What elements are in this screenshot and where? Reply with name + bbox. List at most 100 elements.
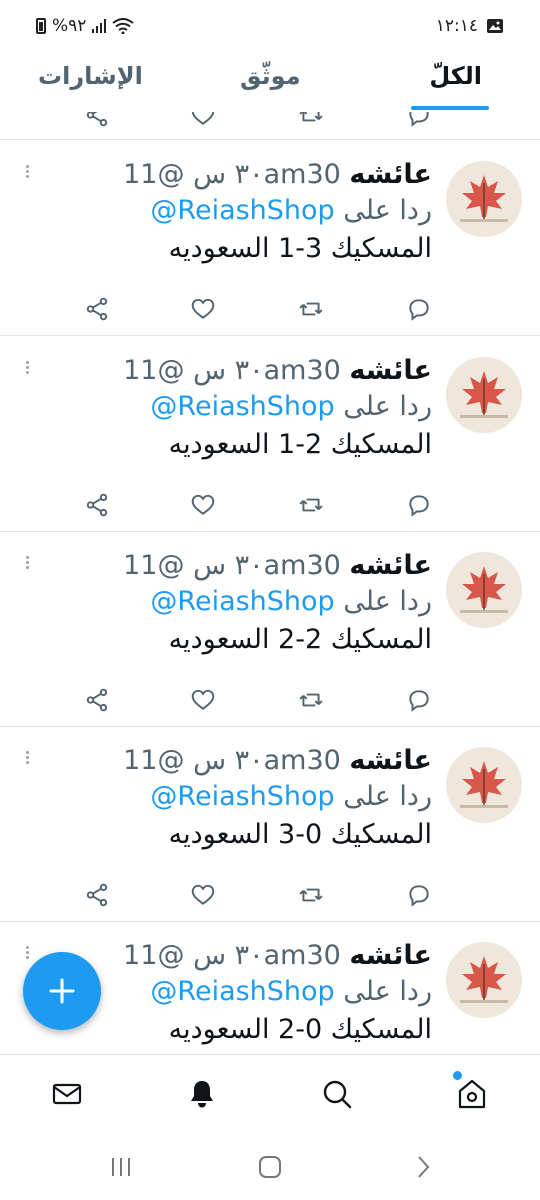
tweet-time: ٣٠ س — [193, 159, 264, 190]
tweet-header: ٣٠ س @11am30 عائشه — [123, 550, 432, 581]
wifi-icon — [112, 18, 135, 34]
tweet[interactable]: ٣٠ س @11am30 عائشه @ReiashShop ردا على ا… — [0, 337, 540, 532]
notifications-feed[interactable]: ٣٠ س @11am30 عائشه @ReiashShop ردا على ا… — [0, 112, 540, 1054]
status-bar: %٩٢ ١٢:١٤ — [0, 0, 540, 52]
nav-messages[interactable] — [50, 1077, 84, 1111]
avatar[interactable] — [446, 747, 522, 823]
home-icon — [458, 1079, 486, 1109]
more-options-icon[interactable] — [22, 554, 32, 574]
partial-tweet-actions — [0, 112, 540, 140]
bell-icon — [191, 1081, 213, 1108]
avatar[interactable] — [446, 357, 522, 433]
tweet-time: ٣٠ س — [193, 745, 264, 776]
share-icon[interactable] — [84, 492, 110, 518]
heart-icon[interactable] — [190, 112, 216, 128]
plus-icon — [49, 978, 75, 1004]
tweet-time: ٣٠ س — [193, 550, 264, 581]
unread-dot — [453, 1071, 462, 1080]
search-icon — [323, 1080, 352, 1109]
reply-context: @ReiashShop ردا على — [150, 586, 432, 617]
reply-mention[interactable]: @ReiashShop — [150, 781, 334, 812]
status-left: %٩٢ — [36, 16, 135, 36]
comment-icon[interactable] — [406, 296, 432, 322]
nav-home[interactable] — [455, 1077, 489, 1111]
tab-mentions[interactable]: الإشارات — [38, 62, 143, 90]
tweet-header: ٣٠ س @11am30 عائشه — [123, 355, 432, 386]
comment-icon[interactable] — [406, 112, 432, 128]
share-icon[interactable] — [84, 112, 110, 128]
reply-prefix: ردا على — [343, 781, 432, 812]
comment-icon[interactable] — [406, 687, 432, 713]
tweet-author[interactable]: عائشه — [349, 355, 432, 386]
reply-context: @ReiashShop ردا على — [150, 976, 432, 1007]
tweet-text: المسكيك 0-2 السعوديه — [168, 1014, 432, 1045]
reply-prefix: ردا على — [343, 586, 432, 617]
comment-icon[interactable] — [406, 882, 432, 908]
avatar[interactable] — [446, 942, 522, 1018]
tweet-header: ٣٠ س @11am30 عائشه — [123, 159, 432, 190]
reply-mention[interactable]: @ReiashShop — [150, 195, 334, 226]
signal-icon — [92, 19, 107, 33]
notification-tabs: الكلّ موثّق الإشارات — [0, 52, 540, 112]
more-options-icon[interactable] — [22, 359, 32, 379]
recent-apps-icon[interactable] — [108, 1154, 134, 1180]
tweet-actions — [0, 882, 540, 912]
tweet-header: ٣٠ س @11am30 عائشه — [123, 745, 432, 776]
reply-mention[interactable]: @ReiashShop — [150, 586, 334, 617]
heart-icon[interactable] — [190, 296, 216, 322]
heart-icon[interactable] — [190, 882, 216, 908]
tweet[interactable]: ٣٠ س @11am30 عائشه @ReiashShop ردا على ا… — [0, 532, 540, 727]
tweet-author[interactable]: عائشه — [349, 550, 432, 581]
more-options-icon[interactable] — [22, 163, 32, 183]
nav-notifications[interactable] — [185, 1077, 219, 1111]
heart-icon[interactable] — [190, 687, 216, 713]
status-right: ١٢:١٤ — [436, 16, 504, 36]
mail-icon — [52, 1083, 82, 1105]
tweet-author[interactable]: عائشه — [349, 745, 432, 776]
share-icon[interactable] — [84, 687, 110, 713]
comment-icon[interactable] — [406, 492, 432, 518]
retweet-icon[interactable] — [298, 687, 324, 713]
more-options-icon[interactable] — [22, 749, 32, 769]
gallery-icon — [487, 19, 503, 33]
back-icon[interactable] — [410, 1154, 436, 1180]
tweet-actions — [0, 492, 540, 522]
compose-button[interactable] — [23, 952, 101, 1030]
battery-percent: %٩٢ — [52, 16, 87, 36]
share-icon[interactable] — [84, 882, 110, 908]
reply-context: @ReiashShop ردا على — [150, 391, 432, 422]
tweet-text: المسكيك 2-2 السعوديه — [168, 624, 432, 655]
tweet-actions — [0, 296, 540, 326]
tweet-time: ٣٠ س — [193, 940, 264, 971]
tweet-text: المسكيك 3-1 السعوديه — [168, 233, 432, 264]
home-button-icon[interactable] — [257, 1154, 283, 1180]
tweet-text: المسكيك 0-3 السعوديه — [168, 819, 432, 850]
tweet-author[interactable]: عائشه — [349, 940, 432, 971]
reply-prefix: ردا على — [343, 976, 432, 1007]
retweet-icon[interactable] — [298, 296, 324, 322]
tab-verified[interactable]: موثّق — [240, 62, 301, 90]
tweet-text: المسكيك 2-1 السعوديه — [168, 429, 432, 460]
heart-icon[interactable] — [190, 492, 216, 518]
tweet-author[interactable]: عائشه — [349, 159, 432, 190]
share-icon[interactable] — [84, 296, 110, 322]
retweet-icon[interactable] — [298, 492, 324, 518]
reply-mention[interactable]: @ReiashShop — [150, 391, 334, 422]
system-navigation — [0, 1134, 540, 1200]
more-options-icon[interactable] — [22, 944, 32, 964]
tweet-time: ٣٠ س — [193, 355, 264, 386]
battery-icon — [36, 18, 46, 34]
active-tab-indicator — [411, 106, 489, 110]
reply-mention[interactable]: @ReiashShop — [150, 976, 334, 1007]
avatar[interactable] — [446, 552, 522, 628]
tweet[interactable]: ٣٠ س @11am30 عائشه @ReiashShop ردا على ا… — [0, 727, 540, 922]
bottom-navigation — [0, 1054, 540, 1134]
retweet-icon[interactable] — [298, 882, 324, 908]
tweet-actions — [0, 687, 540, 717]
tab-all[interactable]: الكلّ — [429, 62, 482, 90]
nav-search[interactable] — [320, 1077, 354, 1111]
retweet-icon[interactable] — [298, 112, 324, 128]
avatar[interactable] — [446, 161, 522, 237]
reply-prefix: ردا على — [343, 391, 432, 422]
tweet[interactable]: ٣٠ س @11am30 عائشه @ReiashShop ردا على ا… — [0, 141, 540, 336]
